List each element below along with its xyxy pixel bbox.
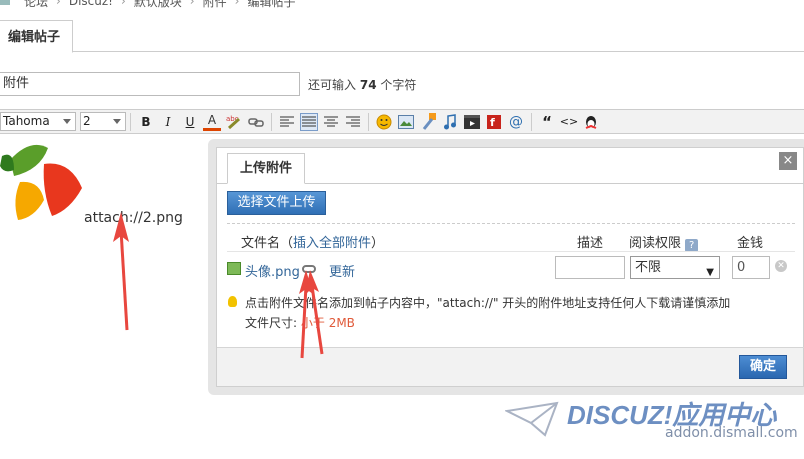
chevron-down-icon: ▼ xyxy=(706,267,714,278)
read-permission-select[interactable]: 不限 ▼ xyxy=(630,256,720,279)
editor-toolbar: Tahoma 2 B I U A abc f @ “ <> xyxy=(0,109,804,134)
qq-icon[interactable] xyxy=(582,113,600,131)
watermark: DISCUZ!应用中心 addon.dismall.com xyxy=(505,395,804,459)
breadcrumb-item[interactable]: Discuz! xyxy=(69,0,113,8)
subject-input[interactable]: 附件 xyxy=(0,72,300,96)
description-input[interactable] xyxy=(555,256,625,279)
breadcrumb-item[interactable]: 默认版块 xyxy=(134,0,182,10)
attachment-image xyxy=(0,144,82,220)
remove-icon[interactable]: ✕ xyxy=(775,260,787,272)
bold-button[interactable]: B xyxy=(137,113,155,131)
music-icon[interactable] xyxy=(441,113,459,131)
spellcheck-icon[interactable]: abc xyxy=(225,113,243,131)
video-icon[interactable] xyxy=(463,113,481,131)
home-icon[interactable] xyxy=(0,0,10,5)
smiley-icon[interactable] xyxy=(375,113,393,131)
breadcrumb-item: 编辑帖子 xyxy=(247,0,296,9)
align-right-icon[interactable] xyxy=(344,113,362,131)
svg-text:f: f xyxy=(490,116,495,129)
breadcrumb-item[interactable]: 附件 xyxy=(203,0,227,10)
confirm-button[interactable]: 确定 xyxy=(739,355,787,379)
insert-all-attachments-link[interactable]: 插入全部附件 xyxy=(293,236,371,251)
underline-button[interactable]: U xyxy=(181,113,199,131)
at-icon[interactable]: @ xyxy=(507,113,525,131)
update-link[interactable]: 更新 xyxy=(329,261,355,280)
watermark-url: addon.dismall.com xyxy=(665,425,798,441)
image-icon[interactable] xyxy=(397,113,415,131)
align-justify-icon[interactable] xyxy=(300,112,318,131)
font-color-button[interactable]: A xyxy=(203,113,221,131)
select-file-upload-button[interactable]: 选择文件上传 xyxy=(227,191,326,215)
link-icon[interactable] xyxy=(247,113,265,131)
tab-bar: 编辑帖子 xyxy=(0,18,804,53)
align-center-icon[interactable] xyxy=(322,113,340,131)
close-icon[interactable]: × xyxy=(779,152,797,170)
paper-plane-icon xyxy=(505,401,559,437)
flash-icon[interactable]: f xyxy=(485,113,503,131)
filename-header: 文件名（插入全部附件） xyxy=(241,236,385,251)
breadcrumb: 论坛 › Discuz! › 默认版块 › 附件 › 编辑帖子 xyxy=(0,0,295,10)
breadcrumb-item[interactable]: 论坛 xyxy=(24,0,48,10)
tab-upload-attachment[interactable]: 上传附件 xyxy=(227,153,306,184)
italic-button[interactable]: I xyxy=(159,113,177,131)
perm-header: 阅读权限 ? xyxy=(629,232,699,252)
desc-header: 描述 xyxy=(577,236,604,251)
align-left-icon[interactable] xyxy=(278,113,296,131)
image-file-icon xyxy=(227,262,241,275)
char-remaining: 还可输入 74 个字符 xyxy=(308,78,417,92)
attachment-icon[interactable] xyxy=(419,112,437,131)
font-select[interactable]: Tahoma xyxy=(0,112,76,131)
bulb-icon xyxy=(228,296,237,307)
price-input[interactable]: 0 xyxy=(732,256,770,279)
annotation-arrow xyxy=(299,270,324,359)
code-button[interactable]: <> xyxy=(560,113,578,131)
price-header: 金钱 xyxy=(737,236,764,251)
quote-button[interactable]: “ xyxy=(538,113,556,131)
tab-edit-post[interactable]: 编辑帖子 xyxy=(0,20,74,53)
annotation-arrow xyxy=(113,212,129,331)
font-size-select[interactable]: 2 xyxy=(80,112,126,131)
